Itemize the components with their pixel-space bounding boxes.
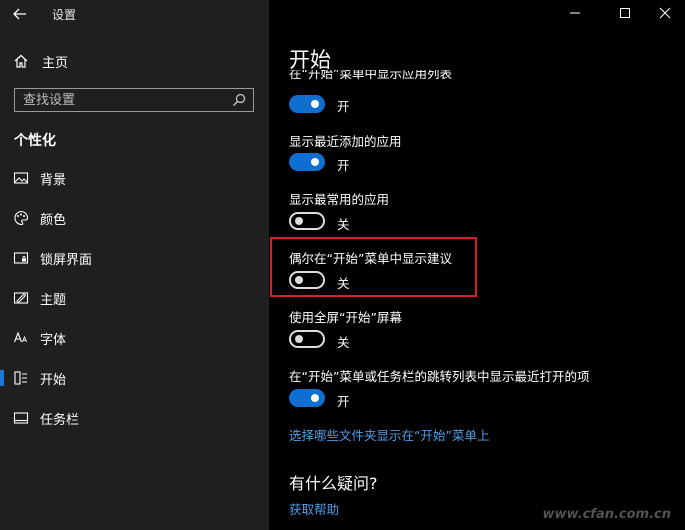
sidebar-home[interactable]: 主页 (14, 51, 68, 71)
toggle-state: 关 (337, 276, 350, 291)
lock-screen-icon (13, 252, 29, 264)
toggle-recent-items[interactable] (289, 389, 325, 407)
toggle-state: 开 (337, 158, 350, 173)
sidebar-item-label: 主题 (40, 292, 67, 308)
sidebar-item-label: 锁屏界面 (40, 252, 93, 268)
palette-icon (14, 210, 29, 226)
setting-label: 使用全屏“开始”屏幕 (289, 310, 402, 325)
sidebar-item-start[interactable]: 开始 (0, 360, 269, 396)
toggle-show-suggestions[interactable] (289, 271, 325, 289)
toggle-knob (295, 217, 303, 225)
sidebar-item-themes[interactable]: 主题 (0, 280, 269, 316)
get-help-link[interactable]: 获取帮助 (289, 499, 339, 518)
sidebar-item-label: 背景 (40, 172, 67, 188)
setting-label: 显示最常用的应用 (289, 192, 390, 207)
toggle-knob (311, 100, 319, 108)
sidebar-item-label: 开始 (40, 372, 67, 388)
back-arrow-icon[interactable] (10, 4, 30, 24)
minimize-icon[interactable] (565, 4, 585, 22)
toggle-recently-added[interactable] (289, 153, 325, 171)
choose-folders-link[interactable]: 选择哪些文件夹显示在“开始”菜单上 (289, 425, 489, 444)
toggle-knob (295, 276, 303, 284)
search-icon[interactable] (231, 92, 247, 108)
active-indicator (0, 370, 4, 386)
setting-label: 偶尔在“开始”菜单中显示建议 (289, 251, 452, 266)
watermark: www.cfan.com.cn (542, 507, 671, 522)
window-title: 设置 (52, 8, 77, 22)
font-icon (13, 331, 27, 343)
toggle-most-used[interactable] (289, 212, 325, 230)
home-icon (14, 54, 28, 68)
picture-icon (13, 172, 29, 184)
sidebar-item-taskbar[interactable]: 任务栏 (0, 400, 269, 436)
toggle-knob (311, 158, 319, 166)
theme-icon (13, 292, 29, 304)
settings-window: 设置 主页 个性化 背景 (0, 0, 685, 530)
search-input[interactable] (15, 89, 231, 111)
sidebar-item-lock-screen[interactable]: 锁屏界面 (0, 240, 269, 276)
toggle-state: 开 (337, 99, 350, 114)
maximize-icon[interactable] (615, 4, 635, 22)
setting-label: 显示最近添加的应用 (289, 134, 402, 149)
sidebar-item-colors[interactable]: 颜色 (0, 200, 269, 236)
setting-label-clipped: 在“开始”菜单中显示应用列表 (289, 70, 589, 84)
sidebar-item-fonts[interactable]: 字体 (0, 320, 269, 356)
toggle-state: 关 (337, 217, 350, 232)
help-title: 有什么疑问? (289, 474, 378, 493)
setting-label: 在“开始”菜单或任务栏的跳转列表中显示最近打开的项 (289, 369, 590, 384)
search-box (14, 88, 254, 112)
section-title: 个性化 (14, 133, 56, 149)
sidebar-item-label: 颜色 (40, 212, 67, 228)
taskbar-icon (13, 412, 29, 424)
sidebar-home-label: 主页 (42, 55, 69, 71)
toggle-state: 关 (337, 335, 350, 350)
setting-label: 在“开始”菜单中显示应用列表 (289, 70, 452, 81)
sidebar-item-background[interactable]: 背景 (0, 160, 269, 196)
main-content: 开始 在“开始”菜单中显示应用列表 开 显示最近添加的应用 开 显示最常用的应用… (269, 0, 685, 530)
toggle-knob (295, 335, 303, 343)
toggle-state: 开 (337, 394, 350, 409)
toggle-show-app-list[interactable] (289, 95, 325, 113)
close-icon[interactable] (655, 4, 675, 22)
sidebar-item-label: 任务栏 (40, 412, 80, 428)
sidebar: 设置 主页 个性化 背景 (0, 0, 269, 530)
sidebar-item-label: 字体 (40, 332, 67, 348)
toggle-full-screen-start[interactable] (289, 330, 325, 348)
toggle-knob (311, 394, 319, 402)
start-icon (14, 371, 27, 385)
